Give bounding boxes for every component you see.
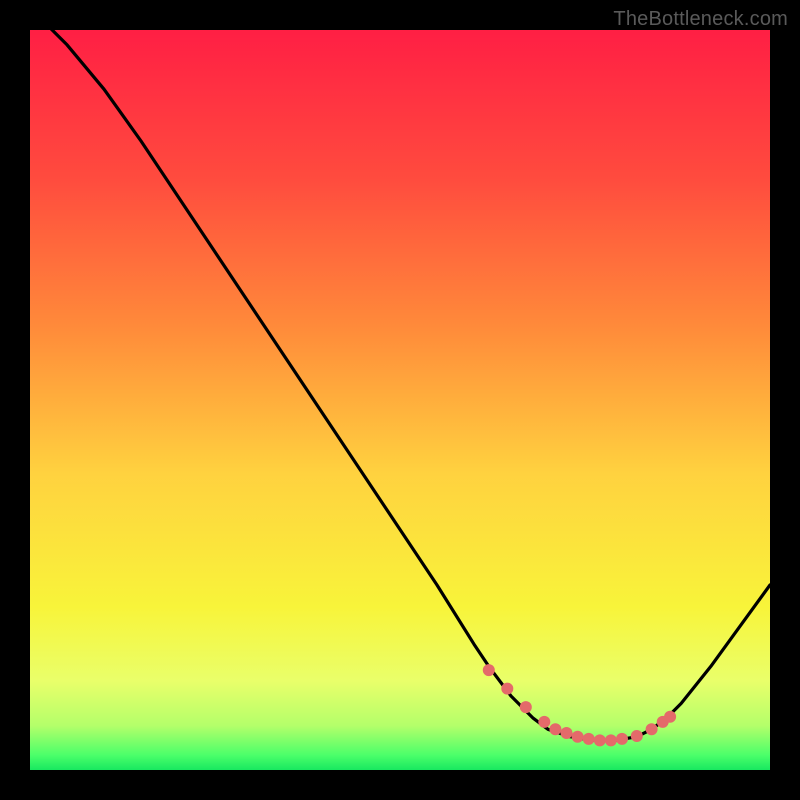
- optimal-marker: [561, 727, 573, 739]
- plot-area: [30, 30, 770, 770]
- optimal-marker: [483, 664, 495, 676]
- optimal-marker: [538, 716, 550, 728]
- optimal-marker: [572, 731, 584, 743]
- chart-svg: [30, 30, 770, 770]
- optimal-marker: [501, 683, 513, 695]
- optimal-marker: [664, 711, 676, 723]
- optimal-marker: [605, 734, 617, 746]
- chart-container: TheBottleneck.com: [0, 0, 800, 800]
- optimal-marker: [616, 733, 628, 745]
- watermark-text: TheBottleneck.com: [613, 8, 788, 31]
- optimal-marker: [583, 733, 595, 745]
- optimal-marker: [646, 723, 658, 735]
- optimal-marker: [594, 734, 606, 746]
- optimal-marker: [549, 723, 561, 735]
- optimal-marker: [520, 701, 532, 713]
- optimal-marker: [631, 730, 643, 742]
